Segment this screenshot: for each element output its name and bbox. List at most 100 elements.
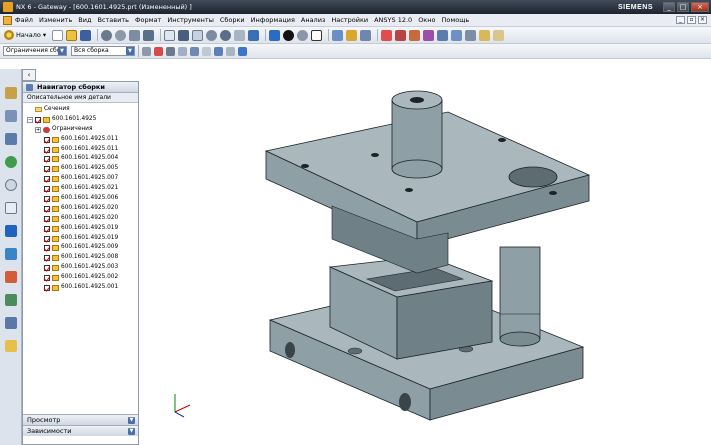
checkbox-icon[interactable] [44, 195, 50, 202]
filter-select[interactable]: Ограничения сбор ▼ [3, 46, 67, 56]
collapse-icon[interactable]: − [27, 116, 33, 123]
tree-row-part[interactable]: 600.1601.4925.003 [23, 263, 138, 273]
expand-icon[interactable]: + [35, 126, 41, 133]
pin-icon[interactable] [26, 84, 33, 91]
selection-icon[interactable] [360, 29, 372, 41]
drafting-icon[interactable] [493, 29, 505, 41]
checkbox-icon[interactable] [44, 225, 50, 232]
checkbox-icon[interactable] [44, 205, 50, 212]
mdi-minimize-button[interactable]: _ [676, 16, 685, 24]
checkbox-icon[interactable] [44, 146, 50, 153]
notes-tab-icon[interactable] [5, 340, 17, 352]
roles-tab-icon[interactable] [5, 271, 17, 283]
fit-view-icon[interactable] [164, 29, 176, 41]
checkbox-icon[interactable] [44, 156, 50, 163]
checkbox-icon[interactable] [44, 255, 50, 262]
mdi-restore-button[interactable]: ▫ [687, 16, 696, 24]
checkbox-icon[interactable] [44, 166, 50, 173]
preview-panel-header[interactable]: Просмотр ▼ [23, 414, 138, 425]
menu-help[interactable]: Помощь [441, 16, 469, 24]
tree-row-part[interactable]: 600.1601.4925.006 [23, 194, 138, 204]
reuse-library-tab-icon[interactable] [5, 156, 17, 168]
checkbox-icon[interactable] [44, 215, 50, 222]
ruler-icon[interactable] [479, 29, 491, 41]
tree-row-part[interactable]: 600.1601.4925.007 [23, 174, 138, 184]
undo-icon[interactable] [101, 29, 113, 41]
snap-mid-icon[interactable] [166, 46, 175, 56]
rotate-icon[interactable] [220, 29, 232, 41]
tree-row-part[interactable]: 600.1601.4925.004 [23, 154, 138, 164]
tree-row-part[interactable]: 600.1601.4925.011 [23, 135, 138, 145]
render-style-icon[interactable] [283, 29, 295, 41]
tree-row-part[interactable]: 600.1601.4925.019 [23, 234, 138, 244]
analysis-icon[interactable] [381, 29, 393, 41]
palette-tab-icon[interactable] [5, 317, 17, 329]
tree-row-part[interactable]: 600.1601.4925.020 [23, 214, 138, 224]
web-browser-tab-icon[interactable] [5, 225, 17, 237]
layer-icon[interactable] [311, 29, 323, 41]
mdi-close-button[interactable]: × [698, 16, 707, 24]
column-header[interactable]: Описательное имя детали [23, 93, 138, 103]
tree-row-part[interactable]: 600.1601.4925.021 [23, 184, 138, 194]
face-icon[interactable] [451, 29, 463, 41]
zoom-icon[interactable] [192, 29, 204, 41]
snap-arc-icon[interactable] [238, 46, 247, 56]
snap-end-icon[interactable] [154, 46, 163, 56]
save-icon[interactable] [80, 29, 92, 41]
checkbox-icon[interactable] [44, 284, 50, 291]
view-orient-icon[interactable] [248, 29, 260, 41]
dependencies-panel-header[interactable]: Зависимости ▼ [23, 425, 138, 436]
tree-row-sections[interactable]: Сечения [23, 105, 138, 115]
snap-center-icon[interactable] [178, 46, 187, 56]
snap-intersect-icon[interactable] [202, 46, 211, 56]
checkbox-icon[interactable] [44, 186, 50, 193]
checkbox-icon[interactable] [44, 265, 50, 272]
snap-quadrant-icon[interactable] [190, 46, 199, 56]
open-folder-icon[interactable] [66, 29, 78, 41]
checkbox-icon[interactable] [44, 176, 50, 183]
menu-edit[interactable]: Изменить [39, 16, 72, 24]
checkbox-icon[interactable] [44, 275, 50, 282]
tree-row-part[interactable]: 600.1601.4925.020 [23, 204, 138, 214]
tree-row-part[interactable]: 600.1601.4925.005 [23, 164, 138, 174]
menu-preferences[interactable]: Настройки [331, 16, 368, 24]
menu-tools[interactable]: Инструменты [167, 16, 214, 24]
zoom-window-icon[interactable] [178, 29, 190, 41]
menu-file[interactable]: Файл [15, 16, 33, 24]
tree-row-root[interactable]: − 600.1601.4925 [23, 115, 138, 125]
body-icon[interactable] [465, 29, 477, 41]
filter-icon[interactable] [142, 46, 151, 56]
checkbox-icon[interactable] [44, 245, 50, 252]
curve-icon[interactable] [423, 29, 435, 41]
menu-information[interactable]: Информация [251, 16, 295, 24]
menu-analysis[interactable]: Анализ [301, 16, 326, 24]
pan-icon[interactable] [234, 29, 246, 41]
redo-icon[interactable] [115, 29, 127, 41]
navigator-collapse-tab[interactable]: ‹ [22, 69, 36, 81]
tree-row-part[interactable]: 600.1601.4925.002 [23, 273, 138, 283]
tree-row-part[interactable]: 600.1601.4925.008 [23, 253, 138, 263]
tree-row-part[interactable]: 600.1601.4925.009 [23, 243, 138, 253]
system-scenes-tab-icon[interactable] [5, 294, 17, 306]
command-finder-icon[interactable] [143, 29, 155, 41]
assembly-navigator-tab-icon[interactable] [5, 87, 17, 99]
point-icon[interactable] [409, 29, 421, 41]
constraint-navigator-tab-icon[interactable] [5, 110, 17, 122]
measure-icon[interactable] [395, 29, 407, 41]
shaded-cube-icon[interactable] [269, 29, 281, 41]
wcs-icon[interactable] [332, 29, 344, 41]
process-studio-tab-icon[interactable] [5, 248, 17, 260]
background-icon[interactable] [297, 29, 309, 41]
tree-row-constraints[interactable]: + Ограничения [23, 125, 138, 135]
part-navigator-tab-icon[interactable] [5, 133, 17, 145]
zoom-in-icon[interactable] [206, 29, 218, 41]
history-tab-icon[interactable] [5, 179, 17, 191]
tree-row-part[interactable]: 600.1601.4925.011 [23, 145, 138, 155]
maximize-button[interactable]: □ [677, 2, 689, 12]
new-file-icon[interactable] [52, 29, 64, 41]
tree-row-part[interactable]: 600.1601.4925.001 [23, 283, 138, 293]
graphics-window[interactable] [145, 69, 711, 445]
edge-icon[interactable] [437, 29, 449, 41]
start-button[interactable]: Начало ▾ [4, 30, 46, 40]
assembly-scope-select[interactable]: Вся сборка ▼ [71, 46, 135, 56]
